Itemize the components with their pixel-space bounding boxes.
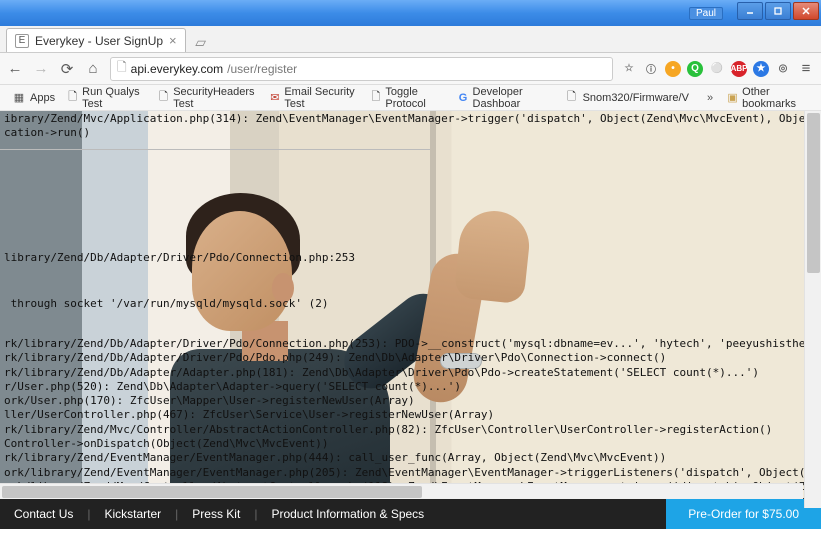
url-host: api.everykey.com: [131, 62, 223, 76]
other-bookmarks-label: Other bookmarks: [742, 86, 809, 110]
extension-icon[interactable]: ⚪: [709, 61, 725, 77]
hero-person: [150, 181, 460, 481]
bookmark-item[interactable]: ✉ Email Security Test: [265, 84, 362, 112]
folder-icon: ▣: [727, 91, 738, 105]
apps-shortcut[interactable]: ▦ Apps: [8, 89, 59, 107]
vertical-scrollbar[interactable]: [804, 111, 821, 508]
preorder-label: Pre-Order for $75.00: [688, 507, 799, 521]
apps-icon: ▦: [12, 91, 26, 105]
adblock-icon[interactable]: ABP: [731, 61, 747, 77]
reload-button[interactable]: ⟳: [58, 60, 76, 78]
extension-icon[interactable]: ◎: [775, 61, 791, 77]
extension-icon[interactable]: •: [665, 61, 681, 77]
apps-label: Apps: [30, 92, 55, 104]
window-minimize-button[interactable]: [737, 2, 763, 20]
mail-icon: ✉: [269, 91, 280, 105]
new-tab-button[interactable]: ▱: [190, 32, 212, 52]
extension-icon[interactable]: ⓘ: [643, 61, 659, 77]
bookmark-item[interactable]: 🗋 Snom320/Firmware/V: [561, 89, 693, 107]
site-info-icon[interactable]: 🗋: [117, 58, 127, 79]
bookmark-item[interactable]: 🗋 SecurityHeaders Test: [154, 84, 261, 112]
footer-link-kickstarter[interactable]: Kickstarter: [90, 507, 175, 521]
trace-divider: [0, 149, 430, 150]
page-footer: Contact Us| Kickstarter| Press Kit| Prod…: [0, 499, 821, 529]
bookmark-label: Developer Dashboar: [473, 86, 553, 110]
bookmark-star-icon[interactable]: ☆: [621, 61, 637, 77]
page-icon: 🗋: [565, 91, 579, 105]
footer-link-press[interactable]: Press Kit: [178, 507, 254, 521]
google-icon: G: [457, 91, 468, 105]
window-user-badge: Paul: [689, 7, 723, 20]
bookmarks-bar: ▦ Apps 🗋 Run Qualys Test 🗋 SecurityHeaders …: [0, 85, 821, 111]
extension-icon[interactable]: ★: [753, 61, 769, 77]
window-close-button[interactable]: [793, 2, 819, 20]
bookmark-label: Snom320/Firmware/V: [583, 92, 689, 104]
bookmark-label: Run Qualys Test: [82, 86, 146, 110]
bookmark-item[interactable]: 🗋 Toggle Protocol: [366, 84, 449, 112]
preorder-button[interactable]: Pre-Order for $75.00: [666, 499, 821, 529]
bookmark-item[interactable]: 🗋 Run Qualys Test: [63, 84, 150, 112]
browser-tab-active[interactable]: E Everykey - User SignUp ×: [6, 28, 186, 52]
bookmark-item[interactable]: G Developer Dashboar: [453, 84, 556, 112]
footer-link-product-info[interactable]: Product Information & Specs: [257, 507, 438, 521]
bookmark-label: Toggle Protocol: [385, 86, 445, 110]
browser-menu-button[interactable]: ≡: [797, 60, 815, 78]
bookmark-label: Email Security Test: [284, 86, 358, 110]
horizontal-scroll-thumb[interactable]: [2, 486, 422, 498]
browser-toolbar: ← → ⟳ ⌂ 🗋 api.everykey.com/user/register…: [0, 53, 821, 85]
home-button[interactable]: ⌂: [84, 60, 102, 78]
browser-tab-strip: E Everykey - User SignUp × ▱: [0, 26, 821, 53]
bookmark-label: SecurityHeaders Test: [173, 86, 257, 110]
page-icon: 🗋: [158, 91, 169, 105]
window-maximize-button[interactable]: [765, 2, 791, 20]
horizontal-scrollbar[interactable]: [0, 483, 803, 499]
wrist-device: [440, 353, 482, 369]
address-bar[interactable]: 🗋 api.everykey.com/user/register: [110, 57, 613, 81]
window-titlebar: Paul: [0, 0, 821, 26]
tab-title: Everykey - User SignUp: [35, 34, 163, 48]
tab-favicon-icon: E: [15, 34, 29, 48]
forward-button[interactable]: →: [32, 60, 50, 78]
extension-icons: ☆ ⓘ • Q ⚪ ABP ★ ◎ ≡: [621, 60, 815, 78]
page-icon: 🗋: [67, 91, 78, 105]
other-bookmarks-button[interactable]: ▣ Other bookmarks: [723, 84, 813, 112]
tab-close-icon[interactable]: ×: [169, 33, 177, 48]
url-path: /user/register: [227, 62, 297, 76]
page-viewport: ibrary/Zend/Mvc/Application.php(314): Ze…: [0, 111, 821, 529]
hero-background: [0, 111, 821, 529]
footer-link-contact[interactable]: Contact Us: [0, 507, 87, 521]
back-button[interactable]: ←: [6, 60, 24, 78]
vertical-scroll-thumb[interactable]: [807, 113, 820, 273]
extension-icon[interactable]: Q: [687, 61, 703, 77]
page-icon: 🗋: [370, 91, 381, 105]
bookmarks-overflow-button[interactable]: »: [701, 92, 719, 104]
